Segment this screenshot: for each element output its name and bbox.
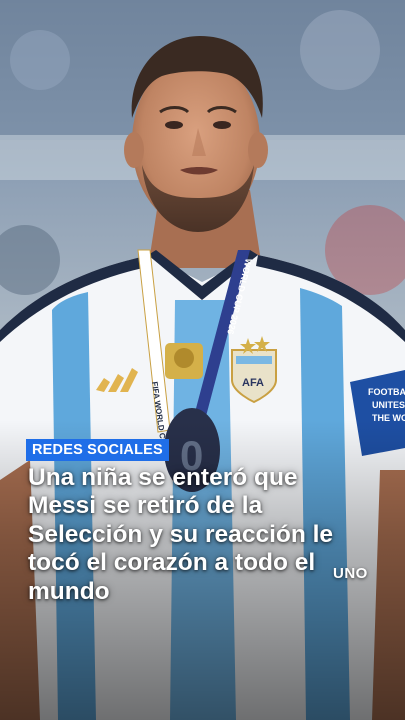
category-badge[interactable]: REDES SOCIALES (26, 439, 169, 461)
svg-text:FOOTBALL: FOOTBALL (368, 387, 405, 397)
svg-text:AFA: AFA (242, 377, 264, 389)
headline[interactable]: Una niña se enteró que Messi se retiró d… (28, 464, 358, 606)
svg-text:UNITES: UNITES (372, 400, 405, 410)
brand-logo: UNO (333, 565, 368, 582)
